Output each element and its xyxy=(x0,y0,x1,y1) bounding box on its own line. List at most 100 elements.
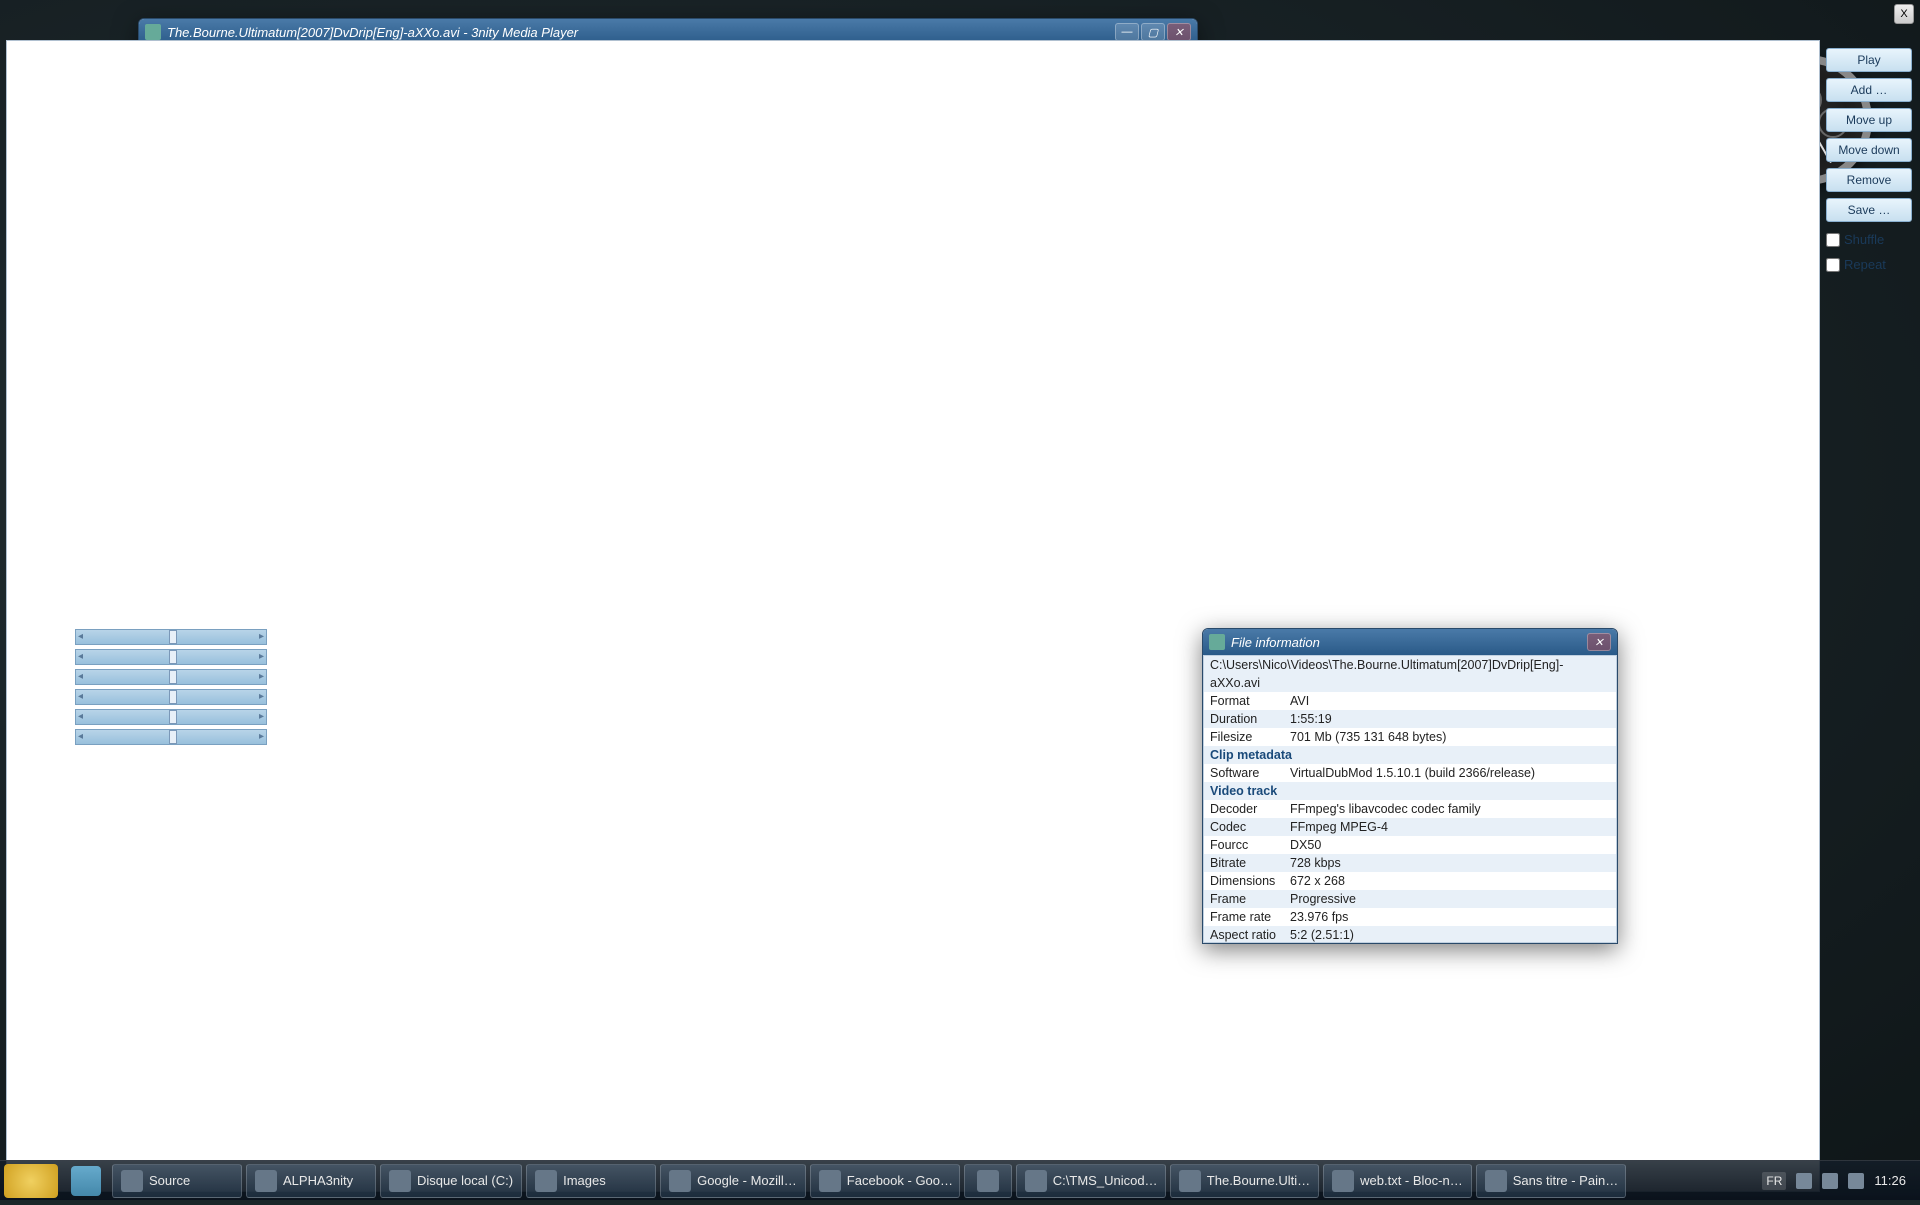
language-indicator[interactable]: FR xyxy=(1762,1172,1786,1190)
info-key: Fourcc xyxy=(1210,836,1290,854)
taskbar-app-icon xyxy=(255,1170,277,1192)
adjust-slider[interactable]: ◂▸ xyxy=(75,689,267,705)
file-info-window: File information ✕ C:\Users\Nico\Videos\… xyxy=(1202,628,1618,944)
minimize-button[interactable]: — xyxy=(1115,23,1139,41)
taskbar-button-label: ALPHA3nity xyxy=(283,1173,353,1188)
info-row: Bitrate728 kbps xyxy=(1204,854,1616,872)
taskbar-app-icon xyxy=(1332,1170,1354,1192)
info-row: Dimensions672 x 268 xyxy=(1204,872,1616,890)
taskbar-button[interactable]: Google - Mozill… xyxy=(660,1164,806,1198)
info-row: Filesize701 Mb (735 131 648 bytes) xyxy=(1204,728,1616,746)
taskbar-app-icon xyxy=(1179,1170,1201,1192)
tray-volume-icon[interactable] xyxy=(1848,1173,1864,1189)
taskbar-app-icon xyxy=(669,1170,691,1192)
info-value: 672 x 268 xyxy=(1290,872,1345,890)
playlist-moveup-button[interactable]: Move up xyxy=(1826,108,1912,132)
info-key: Duration xyxy=(1210,710,1290,728)
info-row: Aspect ratio5:2 (2.51:1) xyxy=(1204,926,1616,943)
taskbar-button-label: Images xyxy=(563,1173,606,1188)
info-key: Codec xyxy=(1210,818,1290,836)
adjust-slider[interactable]: ◂▸ xyxy=(75,629,267,645)
info-row: SoftwareVirtualDubMod 1.5.10.1 (build 23… xyxy=(1204,764,1616,782)
info-row: FourccDX50 xyxy=(1204,836,1616,854)
taskbar-button[interactable]: Sans titre - Pain… xyxy=(1476,1164,1626,1198)
taskbar-button[interactable]: web.txt - Bloc-n… xyxy=(1323,1164,1472,1198)
info-row: DecoderFFmpeg's libavcodec codec family xyxy=(1204,800,1616,818)
taskbar-button[interactable]: C:\TMS_Unicod… xyxy=(1016,1164,1166,1198)
info-row: FrameProgressive xyxy=(1204,890,1616,908)
taskbar-app-icon xyxy=(121,1170,143,1192)
adjust-slider[interactable]: ◂▸ xyxy=(75,669,267,685)
info-title: File information xyxy=(1231,635,1320,650)
info-body[interactable]: C:\Users\Nico\Videos\The.Bourne.Ultimatu… xyxy=(1203,655,1617,943)
taskbar-button[interactable]: Source xyxy=(112,1164,242,1198)
info-key: Aspect ratio xyxy=(1210,926,1290,943)
info-section-header: Clip metadata xyxy=(1204,746,1616,764)
taskbar-button-label: web.txt - Bloc-n… xyxy=(1360,1173,1463,1188)
info-value: 701 Mb (735 131 648 bytes) xyxy=(1290,728,1446,746)
info-row: FormatAVI xyxy=(1204,692,1616,710)
playlist-window: X ▶ 1. The.Bourne.Ultimatum[2007]DvDrip[… xyxy=(0,0,410,600)
taskbar-button[interactable]: ALPHA3nity xyxy=(246,1164,376,1198)
taskbar-button-label: Sans titre - Pain… xyxy=(1513,1173,1619,1188)
info-key: Frame rate xyxy=(1210,908,1290,926)
quick-launch[interactable] xyxy=(62,1157,110,1205)
playlist-save-button[interactable]: Save … xyxy=(1826,198,1912,222)
info-titlebar[interactable]: File information ✕ xyxy=(1203,629,1617,655)
taskbar-app-icon xyxy=(977,1170,999,1192)
taskbar-button-label: C:\TMS_Unicod… xyxy=(1053,1173,1158,1188)
info-close-button[interactable]: ✕ xyxy=(1587,633,1611,651)
close-button[interactable]: ✕ xyxy=(1167,23,1191,41)
info-key: Filesize xyxy=(1210,728,1290,746)
info-icon xyxy=(1209,634,1225,650)
quick-launch-icon xyxy=(71,1166,101,1196)
taskbar-button-label: Disque local (C:) xyxy=(417,1173,513,1188)
playlist-remove-button[interactable]: Remove xyxy=(1826,168,1912,192)
taskbar-app-icon xyxy=(389,1170,411,1192)
info-key: Format xyxy=(1210,692,1290,710)
tray-flag-icon[interactable] xyxy=(1796,1173,1812,1189)
tray-network-icon[interactable] xyxy=(1822,1173,1838,1189)
shuffle-checkbox[interactable] xyxy=(1826,233,1840,247)
taskbar-button[interactable]: Images xyxy=(526,1164,656,1198)
taskbar-button[interactable]: Disque local (C:) xyxy=(380,1164,522,1198)
info-value: 5:2 (2.51:1) xyxy=(1290,926,1354,943)
info-key: Bitrate xyxy=(1210,854,1290,872)
repeat-checkbox[interactable] xyxy=(1826,258,1840,272)
tray-clock[interactable]: 11:26 xyxy=(1874,1173,1906,1188)
taskbar-app-icon xyxy=(819,1170,841,1192)
playlist-movedown-button[interactable]: Move down xyxy=(1826,138,1912,162)
adjust-slider[interactable]: ◂▸ xyxy=(75,709,267,725)
playlist-close-button[interactable]: X xyxy=(1894,4,1914,24)
taskbar-button[interactable]: The.Bourne.Ulti… xyxy=(1170,1164,1319,1198)
info-row: Frame rate23.976 fps xyxy=(1204,908,1616,926)
playlist-body[interactable] xyxy=(6,40,1820,1192)
taskbar-button-label: Google - Mozill… xyxy=(697,1173,797,1188)
player-app-icon xyxy=(145,24,161,40)
info-value: 1:55:19 xyxy=(1290,710,1332,728)
playlist-repeat-check[interactable]: Repeat xyxy=(1826,257,1912,272)
taskbar-button[interactable]: Facebook - Goo… xyxy=(810,1164,960,1198)
info-section-header: Video track xyxy=(1204,782,1616,800)
info-value: 728 kbps xyxy=(1290,854,1341,872)
taskbar-button-label: The.Bourne.Ulti… xyxy=(1207,1173,1310,1188)
info-value: FFmpeg's libavcodec codec family xyxy=(1290,800,1481,818)
info-value: AVI xyxy=(1290,692,1309,710)
maximize-button[interactable]: ▢ xyxy=(1141,23,1165,41)
taskbar-button[interactable] xyxy=(964,1164,1012,1198)
info-key: Frame xyxy=(1210,890,1290,908)
taskbar: Source ALPHA3nity Disque local (C:) Images G… xyxy=(0,1160,1920,1200)
adjust-slider[interactable]: ◂▸ xyxy=(75,729,267,745)
adjust-slider[interactable]: ◂▸ xyxy=(75,649,267,665)
taskbar-app-icon xyxy=(1025,1170,1047,1192)
info-value: Progressive xyxy=(1290,890,1356,908)
playlist-shuffle-check[interactable]: Shuffle xyxy=(1826,232,1912,247)
info-key: Decoder xyxy=(1210,800,1290,818)
playlist-play-button[interactable]: Play xyxy=(1826,48,1912,72)
playlist-add-button[interactable]: Add … xyxy=(1826,78,1912,102)
info-value: VirtualDubMod 1.5.10.1 (build 2366/relea… xyxy=(1290,764,1535,782)
info-row: Duration1:55:19 xyxy=(1204,710,1616,728)
playlist-side-buttons: Play Add … Move up Move down Remove Save… xyxy=(1826,48,1912,272)
start-button[interactable] xyxy=(4,1164,58,1198)
taskbar-button-label: Source xyxy=(149,1173,190,1188)
